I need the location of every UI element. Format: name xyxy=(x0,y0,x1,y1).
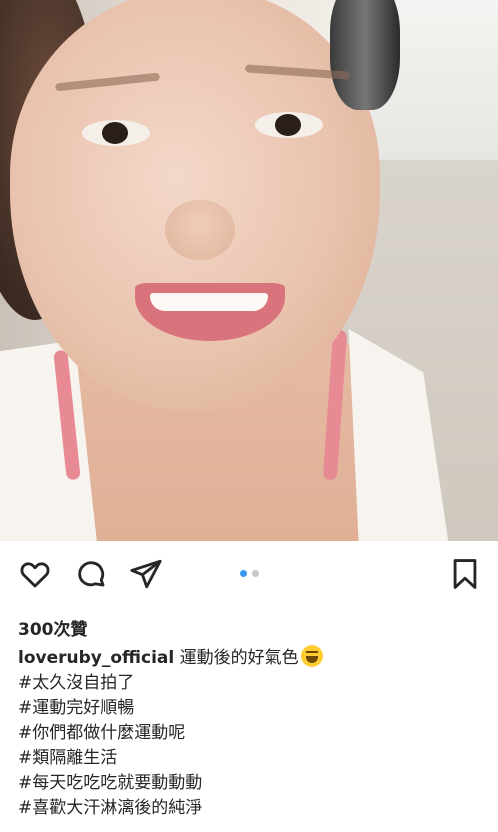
photo-eye-right xyxy=(255,112,323,138)
carousel-dot-active xyxy=(240,570,247,577)
hashtag[interactable]: #運動完好順暢 xyxy=(18,696,488,721)
post-photo[interactable] xyxy=(0,0,498,541)
share-icon[interactable] xyxy=(129,557,163,591)
hashtag[interactable]: #類隔離生活 xyxy=(18,746,488,771)
heart-icon[interactable] xyxy=(18,557,52,591)
bookmark-icon[interactable] xyxy=(448,557,482,591)
post-caption: loveruby_official 運動後的好氣色 #太久沒自拍了 #運動完好順… xyxy=(18,645,488,821)
photo-headband xyxy=(330,0,400,110)
photo-nose xyxy=(165,200,235,260)
caption-text: 運動後的好氣色 xyxy=(179,648,299,668)
laughing-face-icon xyxy=(300,645,323,667)
photo-eye-left xyxy=(82,120,150,146)
hashtag[interactable]: #太久沒自拍了 xyxy=(18,671,488,696)
caption-username[interactable]: loveruby_official xyxy=(18,648,174,668)
carousel-indicator xyxy=(240,570,259,578)
comment-icon[interactable] xyxy=(74,557,108,591)
hashtag[interactable]: #每天吃吃吃就要動動動 xyxy=(18,771,488,796)
likes-count[interactable]: 300次贊 xyxy=(18,615,88,640)
hashtag[interactable]: #你們都做什麼運動呢 xyxy=(18,721,488,746)
hashtag[interactable]: #喜歡大汗淋漓後的純淨 xyxy=(18,796,488,821)
carousel-dot xyxy=(252,570,259,577)
